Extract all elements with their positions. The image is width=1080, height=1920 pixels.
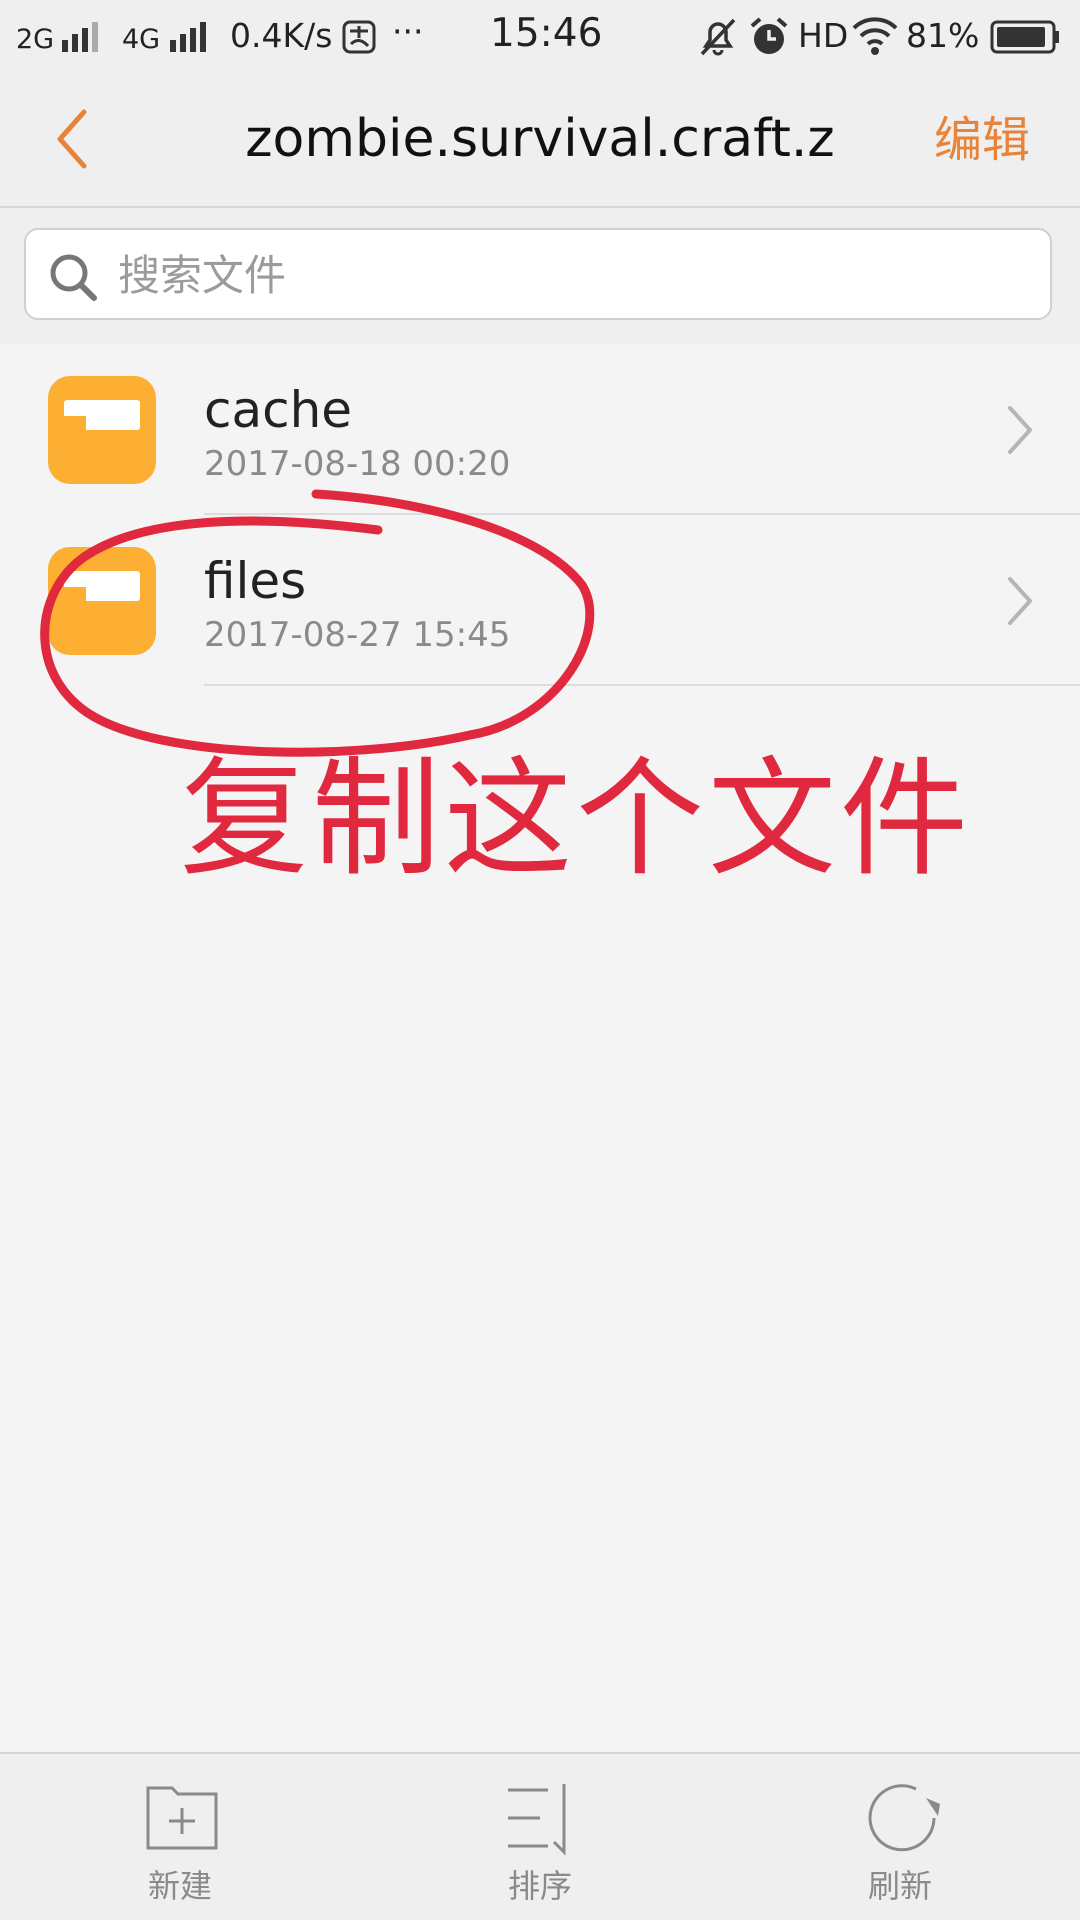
search-area bbox=[0, 208, 1080, 344]
wifi-icon bbox=[852, 17, 898, 55]
folder-date: 2017-08-18 00:20 bbox=[204, 444, 511, 484]
status-time: 15:46 bbox=[490, 11, 603, 56]
file-manager-screen: 2G 4G 0.4K/s ··· 15:46 HD 81% zombie.sur… bbox=[0, 0, 1080, 1920]
annotation-text: 复制这个文件 bbox=[180, 745, 973, 894]
search-input[interactable] bbox=[116, 236, 1020, 314]
search-box[interactable] bbox=[24, 228, 1052, 320]
title-bar: zombie.survival.craft.z 编辑 bbox=[0, 74, 1080, 208]
file-list: cache 2017-08-18 00:20 files 2017-08-27 … bbox=[0, 344, 1080, 686]
mute-bell-icon bbox=[700, 18, 736, 56]
network-speed: 0.4K/s bbox=[230, 16, 333, 55]
alipay-icon bbox=[342, 20, 376, 54]
refresh-button[interactable]: 刷新 bbox=[780, 1754, 1020, 1920]
sort-label: 排序 bbox=[507, 1867, 572, 1905]
status-bar: 2G 4G 0.4K/s ··· 15:46 HD 81% bbox=[0, 0, 1080, 74]
folder-row-files[interactable]: files 2017-08-27 15:45 bbox=[0, 515, 1080, 686]
folder-row-cache[interactable]: cache 2017-08-18 00:20 bbox=[0, 344, 1080, 515]
page-title: zombie.survival.craft.z bbox=[245, 109, 835, 169]
folder-icon bbox=[48, 547, 156, 655]
folder-name: cache bbox=[204, 381, 353, 439]
alarm-icon bbox=[750, 17, 788, 54]
back-icon[interactable] bbox=[40, 104, 110, 174]
chevron-right-icon bbox=[1008, 406, 1032, 454]
chevron-right-icon bbox=[1008, 577, 1032, 625]
new-folder-label: 新建 bbox=[147, 1867, 212, 1905]
battery-percent: 81% bbox=[906, 16, 980, 55]
sort-button[interactable]: 排序 bbox=[420, 1754, 660, 1920]
folder-date: 2017-08-27 15:45 bbox=[204, 615, 511, 655]
search-icon bbox=[50, 254, 97, 301]
signal-icon bbox=[170, 22, 208, 52]
refresh-icon bbox=[868, 1784, 940, 1852]
new-folder-icon bbox=[146, 1786, 218, 1850]
folder-name: files bbox=[204, 552, 307, 610]
new-folder-button[interactable]: 新建 bbox=[60, 1754, 300, 1920]
network-2g-label: 2G bbox=[16, 24, 55, 55]
hd-label: HD bbox=[798, 16, 849, 55]
edit-button[interactable]: 编辑 bbox=[934, 108, 1030, 172]
battery-icon bbox=[990, 20, 1059, 54]
signal-icon bbox=[62, 22, 100, 52]
refresh-label: 刷新 bbox=[867, 1867, 932, 1905]
folder-icon bbox=[48, 376, 156, 484]
more-notifications-icon: ··· bbox=[392, 12, 424, 51]
sort-icon bbox=[508, 1784, 566, 1856]
bottom-toolbar: 新建 排序 刷新 bbox=[0, 1752, 1080, 1920]
network-4g-label: 4G bbox=[122, 24, 161, 55]
